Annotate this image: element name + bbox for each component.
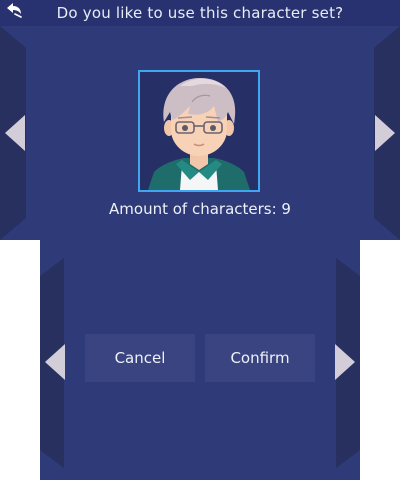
character-portrait[interactable] xyxy=(138,70,260,192)
arrow-left-icon[interactable] xyxy=(44,342,66,382)
arrow-left-icon[interactable] xyxy=(4,113,26,153)
character-portrait-image xyxy=(148,78,250,190)
character-count: Amount of characters: 9 xyxy=(109,200,291,218)
title-bar: Do you like to use this character set? xyxy=(0,0,400,26)
stylus-back-icon[interactable] xyxy=(5,2,23,18)
confirm-button[interactable]: Confirm xyxy=(205,334,315,382)
dialog-question: Do you like to use this character set? xyxy=(56,4,344,22)
app-root: Do you like to use this character set? A… xyxy=(0,0,400,480)
arrow-right-icon[interactable] xyxy=(334,342,356,382)
cancel-button[interactable]: Cancel xyxy=(85,334,195,382)
bottom-screen: Cancel Confirm xyxy=(40,240,360,480)
top-screen: Do you like to use this character set? A… xyxy=(0,0,400,240)
arrow-right-icon[interactable] xyxy=(374,113,396,153)
